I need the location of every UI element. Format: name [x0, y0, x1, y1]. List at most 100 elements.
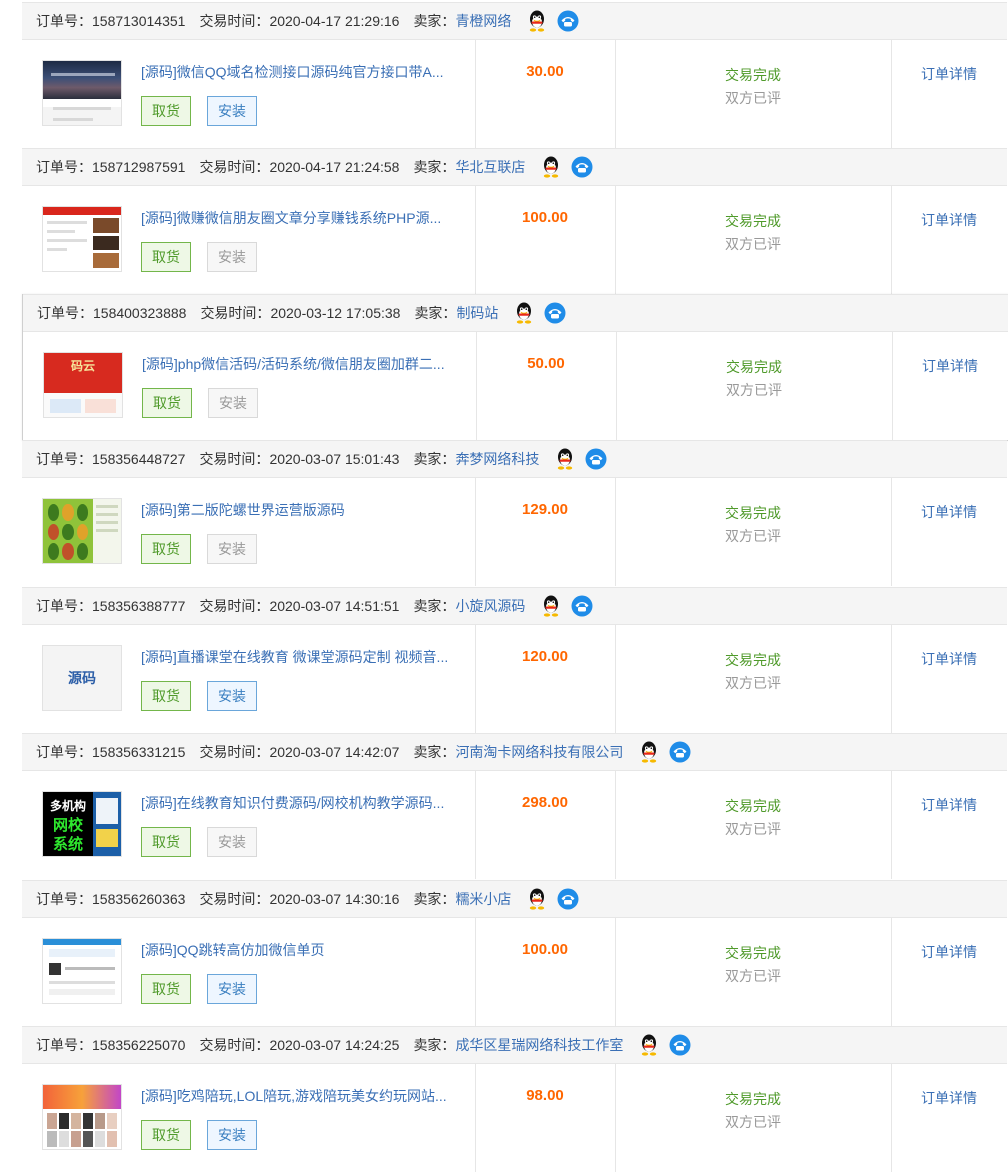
product-title-link[interactable]: [源码]QQ跳转高仿加微信单页	[141, 940, 475, 960]
order-detail-link[interactable]: 订单详情	[891, 1088, 1007, 1108]
column-divider	[475, 478, 476, 586]
take-goods-button[interactable]: 取货	[141, 242, 191, 272]
seller-link[interactable]: 河南淘卡网络科技有限公司	[455, 742, 623, 762]
qq-icon[interactable]	[639, 1034, 659, 1056]
review-status: 双方已评	[725, 528, 781, 544]
trade-time-label: 交易时间：	[199, 891, 270, 907]
order-price: 298.00	[522, 794, 568, 811]
take-goods-button[interactable]: 取货	[141, 534, 191, 564]
product-title-link[interactable]: [源码]在线教育知识付费源码/网校机构教学源码...	[141, 793, 475, 813]
product-thumbnail[interactable]	[42, 206, 122, 272]
seller-link[interactable]: 小旋风源码	[455, 596, 525, 616]
order-price: 30.00	[526, 63, 564, 80]
order-status: 交易完成 双方已评	[615, 1088, 891, 1134]
install-button[interactable]: 安装	[207, 1120, 257, 1150]
product-thumbnail[interactable]: 多机构 网校 系统	[42, 791, 122, 857]
trade-time-label: 交易时间：	[199, 451, 270, 467]
take-goods-button[interactable]: 取货	[141, 827, 191, 857]
order-number: 158713014351	[92, 13, 186, 29]
phone-icon[interactable]	[544, 302, 566, 324]
column-divider	[891, 918, 892, 1026]
qq-icon[interactable]	[514, 302, 534, 324]
take-goods-button[interactable]: 取货	[141, 1120, 191, 1150]
product-title-link[interactable]: [源码]微赚微信朋友圈文章分享赚钱系统PHP源...	[141, 208, 475, 228]
order-header: 订单号： 158712987591 交易时间： 2020-04-17 21:24:58…	[22, 148, 1007, 186]
product-thumbnail[interactable]	[42, 938, 122, 1004]
seller-link[interactable]: 华北互联店	[455, 157, 525, 177]
phone-icon[interactable]	[669, 741, 691, 763]
review-status: 双方已评	[725, 968, 781, 984]
qq-icon[interactable]	[527, 888, 547, 910]
take-goods-button[interactable]: 取货	[141, 974, 191, 1004]
take-goods-button[interactable]: 取货	[141, 681, 191, 711]
order-detail-link[interactable]: 订单详情	[891, 210, 1007, 230]
order-detail-link[interactable]: 订单详情	[891, 502, 1007, 522]
review-status: 双方已评	[725, 90, 781, 106]
seller-link[interactable]: 糯米小店	[455, 889, 511, 909]
order-number: 158400323888	[93, 305, 187, 321]
phone-icon[interactable]	[571, 156, 593, 178]
product-title-link[interactable]: [源码]直播课堂在线教育 微课堂源码定制 视频音...	[141, 647, 475, 667]
product-thumbnail[interactable]	[42, 60, 122, 126]
install-button[interactable]: 安装	[207, 681, 257, 711]
seller-link[interactable]: 制码站	[456, 303, 498, 323]
order-detail-link[interactable]: 订单详情	[892, 356, 1008, 376]
product-title-link[interactable]: [源码]吃鸡陪玩,LOL陪玩,游戏陪玩美女约玩网站...	[141, 1086, 475, 1106]
trade-time: 2020-04-17 21:24:58	[269, 159, 400, 175]
thumb-text-line: 系统	[52, 835, 83, 853]
trade-time-label: 交易时间：	[199, 159, 270, 175]
phone-icon[interactable]	[585, 448, 607, 470]
order-card: 订单号： 158356225070 交易时间： 2020-03-07 14:24:25…	[22, 1026, 1007, 1172]
phone-icon[interactable]	[669, 1034, 691, 1056]
qq-icon[interactable]	[541, 595, 561, 617]
order-detail-link[interactable]: 订单详情	[891, 795, 1007, 815]
order-detail-link[interactable]: 订单详情	[891, 942, 1007, 962]
product-thumbnail[interactable]	[42, 498, 122, 564]
trade-time-label: 交易时间：	[200, 305, 271, 321]
thumb-logo-text: 码云	[44, 353, 122, 393]
order-status: 交易完成 双方已评	[615, 502, 891, 548]
install-button[interactable]: 安装	[207, 974, 257, 1004]
seller-link[interactable]: 成华区星瑞网络科技工作室	[455, 1035, 623, 1055]
column-divider	[891, 1064, 892, 1172]
order-number: 158356388777	[92, 598, 186, 614]
review-status: 双方已评	[725, 1114, 781, 1130]
take-goods-button[interactable]: 取货	[142, 388, 192, 418]
product-title-link[interactable]: [源码]第二版陀螺世界运营版源码	[141, 500, 475, 520]
trade-time: 2020-03-07 14:30:16	[269, 891, 400, 907]
product-title-link[interactable]: [源码]微信QQ域名检测接口源码纯官方接口带A...	[141, 62, 475, 82]
product-thumbnail[interactable]: 源码	[42, 645, 122, 711]
seller-link[interactable]: 奔梦网络科技	[455, 449, 539, 469]
qq-icon[interactable]	[541, 156, 561, 178]
qq-icon[interactable]	[639, 741, 659, 763]
order-body: [源码]吃鸡陪玩,LOL陪玩,游戏陪玩美女约玩网站... 取货 安装 98.00 交易完…	[22, 1064, 1007, 1172]
review-status: 双方已评	[726, 382, 782, 398]
seller-label: 卖家：	[413, 159, 456, 175]
order-price: 100.00	[522, 209, 568, 226]
trade-time: 2020-03-07 14:24:25	[269, 1037, 400, 1053]
column-divider	[475, 40, 476, 148]
phone-icon[interactable]	[557, 10, 579, 32]
trade-time: 2020-04-17 21:29:16	[269, 13, 400, 29]
seller-link[interactable]: 青橙网络	[455, 11, 511, 31]
order-number-label: 订单号：	[36, 159, 92, 175]
qq-icon[interactable]	[527, 10, 547, 32]
order-detail-link[interactable]: 订单详情	[891, 64, 1007, 84]
order-status: 交易完成 双方已评	[615, 210, 891, 256]
product-thumbnail[interactable]	[42, 1084, 122, 1150]
order-price: 50.00	[527, 355, 565, 372]
qq-icon[interactable]	[555, 448, 575, 470]
take-goods-button[interactable]: 取货	[141, 96, 191, 126]
product-title-link[interactable]: [源码]php微信活码/活码系统/微信朋友圈加群二...	[142, 354, 476, 374]
review-status: 双方已评	[725, 236, 781, 252]
product-thumbnail[interactable]: 码云	[43, 352, 123, 418]
order-list: 订单号： 158713014351 交易时间： 2020-04-17 21:29:16…	[0, 0, 1008, 1174]
column-divider	[476, 332, 477, 440]
phone-icon[interactable]	[571, 595, 593, 617]
seller-label: 卖家：	[413, 891, 456, 907]
phone-icon[interactable]	[557, 888, 579, 910]
order-status: 交易完成 双方已评	[615, 942, 891, 988]
order-detail-link[interactable]: 订单详情	[891, 649, 1007, 669]
install-button[interactable]: 安装	[207, 96, 257, 126]
seller-label: 卖家：	[413, 598, 456, 614]
